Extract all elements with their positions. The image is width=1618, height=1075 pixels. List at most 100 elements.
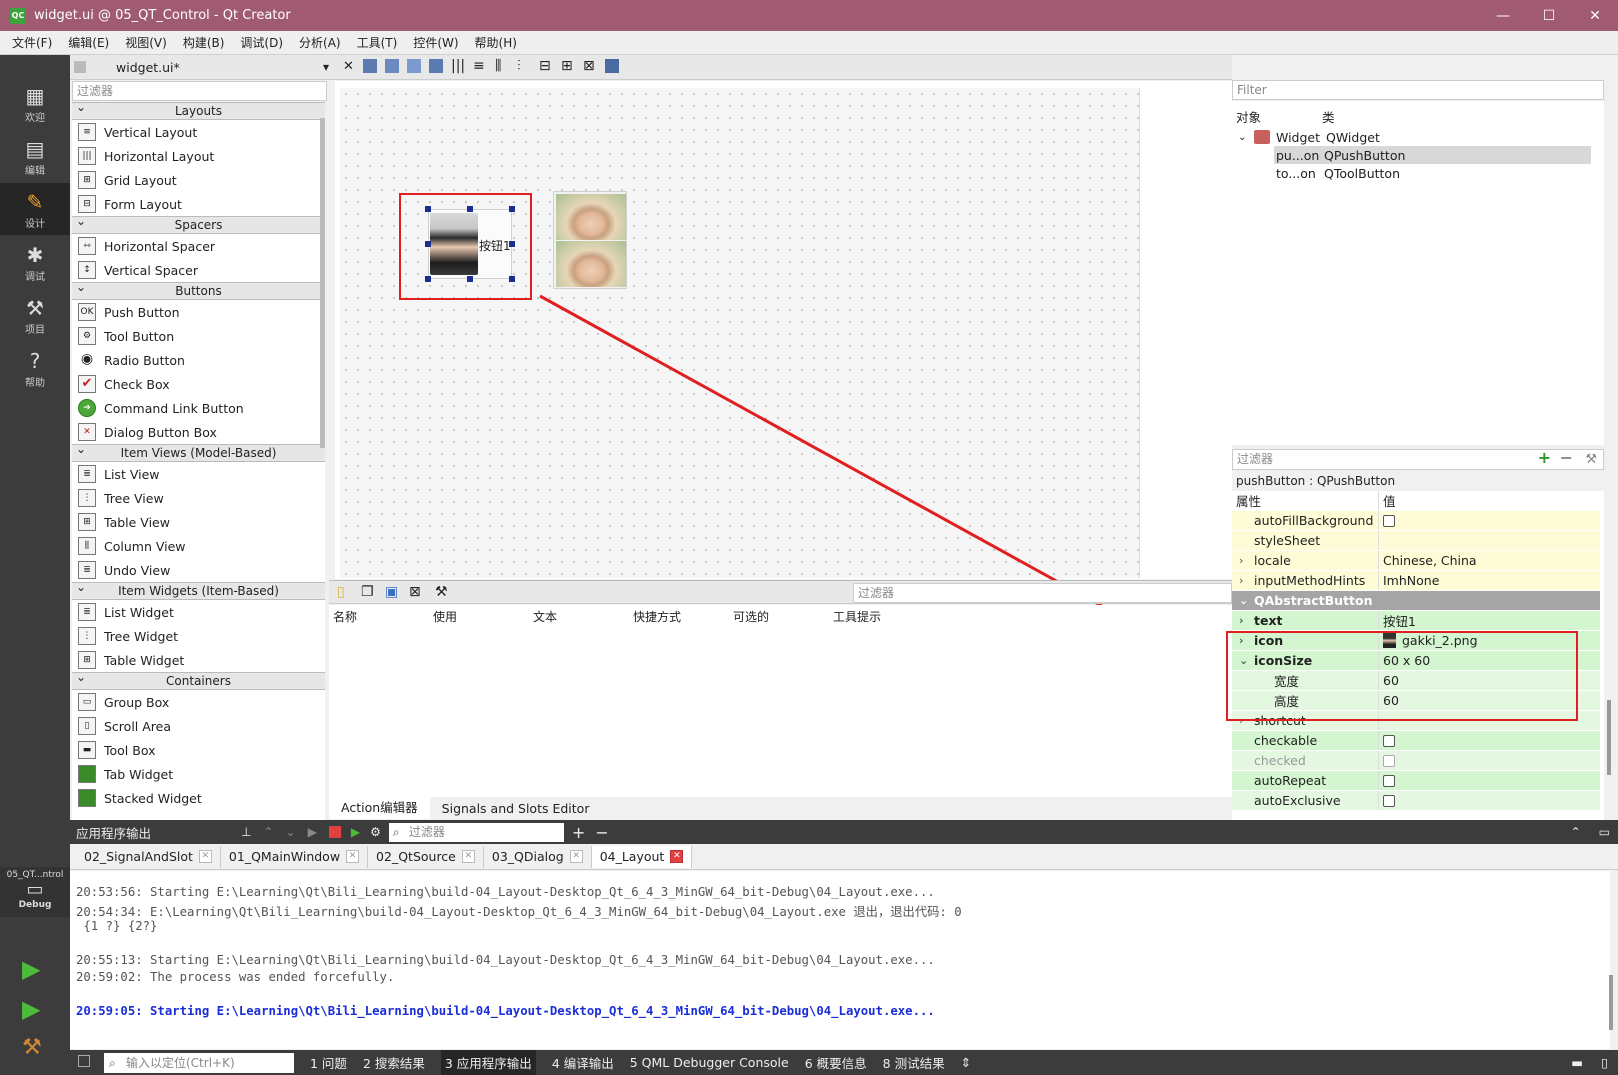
output-line: 20:53:56: Starting E:\Learning\Qt\Bili_L…	[76, 885, 935, 899]
property-row-autoexclusive[interactable]: autoExclusive	[1232, 791, 1600, 811]
expand-arrow-icon[interactable]: ›	[1239, 554, 1243, 567]
col-tooltip[interactable]: 工具提示	[829, 608, 929, 625]
col-text[interactable]: 文本	[529, 608, 629, 625]
property-row-checkable[interactable]: checkable	[1232, 731, 1600, 751]
output-line: {1 ?} {2?}	[76, 919, 158, 933]
output-filter-input[interactable]: ⌕ 过滤器	[388, 822, 564, 842]
output-tabs: 02_SignalAndSlot ✕ 01_QMainWindow ✕ 02_QtS…	[70, 844, 1618, 870]
toggle-right-sidebar-icon[interactable]: ▯	[1601, 1055, 1608, 1070]
output-scrollbar[interactable]	[1609, 975, 1613, 1030]
widget-object-icon	[1254, 130, 1270, 144]
close-tab-icon[interactable]: ✕	[670, 850, 684, 863]
object-class: QToolButton	[1324, 165, 1400, 181]
pane-chooser-icon[interactable]: ⇕	[961, 1055, 971, 1070]
settings-gear-icon[interactable]: ⚙	[370, 825, 381, 839]
add-property-icon[interactable]: +	[1538, 448, 1551, 467]
col-property[interactable]: 属性	[1232, 491, 1378, 510]
property-row-autorepeat[interactable]: autoRepeat	[1232, 771, 1600, 791]
output-pane-toolbar: 应用程序输出 ⊥ ⌃ ⌄ ▶ ▶ ⚙ ⌕ 过滤器 + − ⌃ ▭	[70, 820, 1618, 844]
pane-test-results[interactable]: 8 测试结果	[883, 1053, 945, 1072]
remove-property-icon[interactable]: −	[1560, 448, 1573, 467]
next-icon[interactable]: ⌄	[286, 825, 296, 839]
output-tab[interactable]: 02_QtSource ✕	[368, 845, 484, 868]
col-checkable[interactable]: 可选的	[729, 608, 829, 625]
object-class: QWidget	[1326, 129, 1380, 145]
tab-action-editor[interactable]: Action编辑器	[329, 797, 430, 819]
pane-qml-console[interactable]: 5 QML Debugger Console	[630, 1055, 789, 1070]
action-filter-input[interactable]: 过滤器	[853, 583, 1232, 603]
copy-action-icon[interactable]: ❐	[361, 584, 374, 600]
col-class[interactable]: 类	[1322, 107, 1335, 126]
output-tab-active[interactable]: 04_Layout ✕	[591, 845, 693, 868]
property-filter-input[interactable]: 过滤器 + − ⚒	[1232, 448, 1604, 470]
tab-signals-slots[interactable]: Signals and Slots Editor	[430, 801, 602, 816]
add-icon[interactable]: +	[572, 823, 585, 842]
checkable-checkbox[interactable]	[1383, 734, 1395, 747]
close-tab-icon[interactable]: ✕	[346, 850, 360, 863]
locator-input[interactable]: ⌕ 输入以定位(Ctrl+K)	[104, 1052, 294, 1073]
property-name: locale	[1254, 553, 1291, 568]
pane-issues[interactable]: 1 问题	[310, 1053, 347, 1072]
close-tab-icon[interactable]: ✕	[461, 850, 475, 863]
property-row-stylesheet[interactable]: styleSheet	[1232, 531, 1600, 551]
collapse-arrow-icon[interactable]: ⌄	[1239, 594, 1248, 607]
property-value: Chinese, China	[1378, 551, 1600, 570]
autorepeat-checkbox[interactable]	[1383, 774, 1395, 787]
maximize-pane-icon[interactable]: ⌃	[1571, 825, 1581, 839]
new-action-icon[interactable]: ▯	[337, 584, 345, 600]
property-row-text[interactable]: › text 按钮1	[1232, 611, 1600, 631]
object-row-widget[interactable]: ⌄ Widget QWidget	[1232, 128, 1602, 146]
pane-search-results[interactable]: 2 搜索结果	[363, 1053, 425, 1072]
close-tab-icon[interactable]: ✕	[198, 850, 212, 863]
object-class: QPushButton	[1324, 147, 1406, 163]
property-scrollbar[interactable]	[1607, 700, 1611, 775]
output-tab[interactable]: 02_SignalAndSlot ✕	[76, 845, 221, 868]
close-pane-icon[interactable]: ▭	[1599, 825, 1610, 839]
property-row-autofill[interactable]: autoFillBackground	[1232, 511, 1600, 531]
output-line: 20:55:13: Starting E:\Learning\Qt\Bili_L…	[76, 953, 935, 967]
debug-attach-icon[interactable]: ▶	[351, 825, 360, 839]
delete-action-icon[interactable]: ⊠	[409, 584, 421, 600]
progress-toggle-icon[interactable]: ▬	[1571, 1055, 1583, 1070]
pane-general-messages[interactable]: 6 概要信息	[805, 1053, 867, 1072]
property-value: 按钮1	[1378, 611, 1600, 630]
toggle-sidebar-icon[interactable]	[78, 1055, 90, 1067]
col-shortcut[interactable]: 快捷方式	[629, 608, 729, 625]
output-tab[interactable]: 01_QMainWindow ✕	[221, 845, 369, 868]
object-row-toolbutton[interactable]: to...on QToolButton	[1274, 164, 1591, 182]
action-table-body[interactable]	[329, 627, 1232, 797]
col-name[interactable]: 名称	[329, 608, 429, 625]
col-object[interactable]: 对象	[1232, 107, 1322, 126]
col-value[interactable]: 值	[1378, 491, 1600, 510]
object-filter-input[interactable]: Filter	[1232, 80, 1604, 100]
col-used[interactable]: 使用	[429, 608, 529, 625]
configure-icon[interactable]: ⚒	[435, 584, 448, 600]
remove-icon[interactable]: −	[595, 823, 608, 842]
paste-action-icon[interactable]: ▣	[385, 584, 398, 600]
autofill-checkbox[interactable]	[1383, 514, 1395, 527]
rerun-icon[interactable]: ▶	[308, 825, 317, 839]
pane-app-output[interactable]: 3 应用程序输出	[440, 1050, 536, 1075]
prev-icon[interactable]: ⌃	[263, 825, 273, 839]
property-row-locale[interactable]: › locale Chinese, China	[1232, 551, 1600, 571]
autoexclusive-checkbox[interactable]	[1383, 794, 1395, 807]
close-tab-icon[interactable]: ✕	[569, 850, 583, 863]
output-tab[interactable]: 03_QDialog ✕	[484, 845, 592, 868]
expand-icon[interactable]: ⌄	[1232, 132, 1248, 143]
pane-compile-output[interactable]: 4 编译输出	[552, 1053, 614, 1072]
application-output-text[interactable]: 20:53:56: Starting E:\Learning\Qt\Bili_L…	[70, 871, 1610, 1049]
object-name: Widget	[1276, 129, 1321, 145]
configure-property-icon[interactable]: ⚒	[1585, 450, 1597, 469]
property-row-input-hints[interactable]: › inputMethodHints ImhNone	[1232, 571, 1600, 591]
property-group-qabstractbutton[interactable]: ⌄ QAbstractButton	[1232, 591, 1600, 611]
object-row-pushbutton[interactable]: pu...on QPushButton	[1274, 146, 1591, 164]
property-name: inputMethodHints	[1254, 573, 1366, 588]
attach-icon[interactable]: ⊥	[241, 825, 251, 839]
action-table-header: 名称 使用 文本 快捷方式 可选的 工具提示	[329, 605, 1232, 627]
expand-arrow-icon[interactable]: ›	[1239, 574, 1243, 587]
expand-arrow-icon[interactable]: ›	[1239, 614, 1244, 627]
tab-label: 03_QDialog	[491, 849, 564, 864]
stop-icon[interactable]	[328, 826, 341, 838]
property-row-checked[interactable]: checked	[1232, 751, 1600, 771]
